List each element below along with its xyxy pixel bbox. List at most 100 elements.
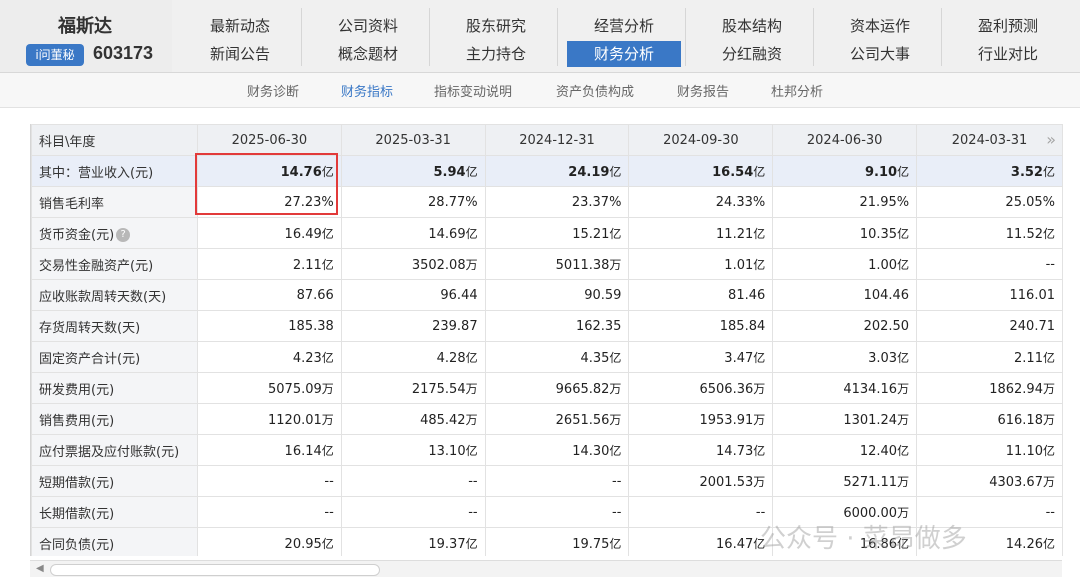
table-row: 合同负债(元) 20.95亿 19.37亿 19.75亿 16.47亿 16.86亿 14.… <box>31 527 1063 556</box>
table-row: 货币资金(元)? 16.49亿 14.69亿 15.21亿 11.21亿 10.35亿 11… <box>31 217 1063 249</box>
cell-unit: 亿 <box>1042 164 1055 179</box>
column-header-period[interactable]: 2024-06-30 <box>772 124 918 156</box>
cell-unit: 亿 <box>897 536 910 551</box>
table-row: 应收账款周转天数(天) 87.66 96.44 90.59 81.46 104.46 116… <box>31 279 1063 311</box>
column-header-period[interactable]: 2025-03-31 <box>340 124 486 156</box>
subnav-balance-composition[interactable]: 资产负债构成 <box>556 81 634 100</box>
cell-value: 19.37 <box>428 536 466 552</box>
table-cell: 14.30亿 <box>484 434 630 466</box>
cell-value: 87.66 <box>296 287 334 303</box>
cell-value: 11.10 <box>1005 443 1043 459</box>
nav-divider <box>685 8 686 66</box>
table-row: 长期借款(元) -- -- -- -- 6000.00万 -- <box>31 496 1063 528</box>
cell-value: 116.01 <box>1009 287 1056 303</box>
column-header-period[interactable]: 2024-12-31 <box>484 124 630 156</box>
cell-value: 5011.38 <box>555 257 610 273</box>
nav-column-1: 最新动态 新闻公告 <box>183 0 297 72</box>
nav-announcements[interactable]: 新闻公告 <box>183 41 297 67</box>
nav-shareholder-research[interactable]: 股东研究 <box>439 13 553 39</box>
cell-unit: 亿 <box>609 443 622 458</box>
nav-company-info[interactable]: 公司资料 <box>311 13 425 39</box>
table-row: 销售毛利率 27.23% 28.77% 23.37% 24.33% 21.95% 25.05… <box>31 186 1063 218</box>
subnav-indicator-changes[interactable]: 指标变动说明 <box>434 81 512 100</box>
table-cell: 23.37% <box>484 186 630 218</box>
cell-value: 240.71 <box>1009 318 1056 334</box>
cell-unit: 亿 <box>1042 443 1055 458</box>
table-cell: 1953.91万 <box>628 403 774 435</box>
scroll-left-arrow-icon[interactable]: ◀ <box>36 563 44 574</box>
nav-profit-forecast[interactable]: 盈利预测 <box>951 13 1065 39</box>
cell-value: -- <box>1045 256 1055 272</box>
cell-value: 90.59 <box>584 287 622 303</box>
cell-unit: 亿 <box>1042 350 1055 365</box>
column-header-period[interactable]: 2025-06-30 <box>196 124 342 156</box>
stock-code: 603173 <box>93 43 154 63</box>
cell-value: 19.75 <box>572 536 610 552</box>
table-cell: 14.76亿 <box>196 155 342 187</box>
cell-unit: 亿 <box>753 536 766 551</box>
cell-value: 104.46 <box>863 287 910 303</box>
table-cell: 6506.36万 <box>628 372 774 404</box>
cell-value: 96.44 <box>440 287 478 303</box>
subnav-financial-indicators[interactable]: 财务指标 <box>341 81 393 100</box>
ask-secretary-badge[interactable]: i问董秘 <box>26 44 84 66</box>
table-cell: 14.26亿 <box>916 527 1063 556</box>
table-cell: 16.86亿 <box>772 527 918 556</box>
nav-divider <box>429 8 430 66</box>
column-header-period[interactable]: 2024-09-30 <box>628 124 774 156</box>
double-chevron-right-icon[interactable]: » <box>1046 130 1056 149</box>
nav-share-structure[interactable]: 股本结构 <box>695 13 809 39</box>
table-header-row: 科目\年度 2025-06-30 2025-03-31 2024-12-31 2… <box>31 124 1063 156</box>
cell-unit: 亿 <box>321 226 334 241</box>
cell-unit: 亿 <box>465 226 478 241</box>
table-cell: 616.18万 <box>916 403 1063 435</box>
scrollbar-thumb[interactable] <box>50 564 380 576</box>
table-cell: -- <box>916 248 1063 280</box>
table-cell: 3.47亿 <box>628 341 774 373</box>
table-row: 其中：营业收入(元) 14.76亿 5.94亿 24.19亿 16.54亿 9.10亿 3.… <box>31 155 1063 187</box>
subnav-financial-reports[interactable]: 财务报告 <box>677 81 729 100</box>
nav-company-events[interactable]: 公司大事 <box>823 41 937 67</box>
row-label: 应付票据及应付账款(元) <box>31 434 198 466</box>
nav-industry-comparison[interactable]: 行业对比 <box>951 41 1065 67</box>
cell-unit: 亿 <box>321 350 334 365</box>
nav-divider <box>301 8 302 66</box>
cell-value: -- <box>324 473 334 489</box>
cell-unit: 万 <box>1042 381 1055 396</box>
cell-unit: 亿 <box>897 350 910 365</box>
nav-dividends-financing[interactable]: 分红融资 <box>695 41 809 67</box>
table-cell: 5.94亿 <box>340 155 486 187</box>
cell-unit: 万 <box>321 381 334 396</box>
nav-main-holdings[interactable]: 主力持仓 <box>439 41 553 67</box>
subnav-dupont-analysis[interactable]: 杜邦分析 <box>771 81 823 100</box>
cell-value: 4.28 <box>436 350 466 366</box>
table-cell: 24.19亿 <box>484 155 630 187</box>
table-cell: -- <box>916 496 1063 528</box>
table-cell: 11.52亿 <box>916 217 1063 249</box>
nav-divider <box>557 8 558 66</box>
nav-financial-analysis[interactable]: 财务分析 <box>567 41 681 67</box>
table-cell: 239.87 <box>340 310 486 342</box>
cell-value: 5075.09 <box>268 381 322 397</box>
nav-latest-news[interactable]: 最新动态 <box>183 13 297 39</box>
cell-value: 11.52 <box>1005 226 1043 242</box>
row-label: 应收账款周转天数(天) <box>31 279 198 311</box>
cell-value: 2175.54 <box>411 381 466 397</box>
table-cell: 4303.67万 <box>916 465 1063 497</box>
table-cell: 240.71 <box>916 310 1063 342</box>
cell-unit: 万 <box>465 412 478 427</box>
question-circle-icon[interactable]: ? <box>116 228 131 242</box>
cell-value: 6000.00 <box>843 505 898 521</box>
nav-column-3: 股东研究 主力持仓 <box>439 0 553 72</box>
subnav-financial-diagnosis[interactable]: 财务诊断 <box>247 81 299 100</box>
table-cell: 9665.82万 <box>484 372 630 404</box>
table-cell: 1120.01万 <box>196 403 342 435</box>
column-header-period[interactable]: 2024-03-31 » <box>916 124 1063 156</box>
cell-unit: 亿 <box>1042 226 1055 241</box>
cell-unit: 万 <box>897 505 910 520</box>
nav-concepts[interactable]: 概念题材 <box>311 41 425 67</box>
nav-capital-operation[interactable]: 资本运作 <box>823 13 937 39</box>
cell-value: 4303.67 <box>989 474 1043 490</box>
horizontal-scrollbar[interactable]: ◀ <box>30 560 1062 577</box>
nav-operation-analysis[interactable]: 经营分析 <box>567 13 681 39</box>
